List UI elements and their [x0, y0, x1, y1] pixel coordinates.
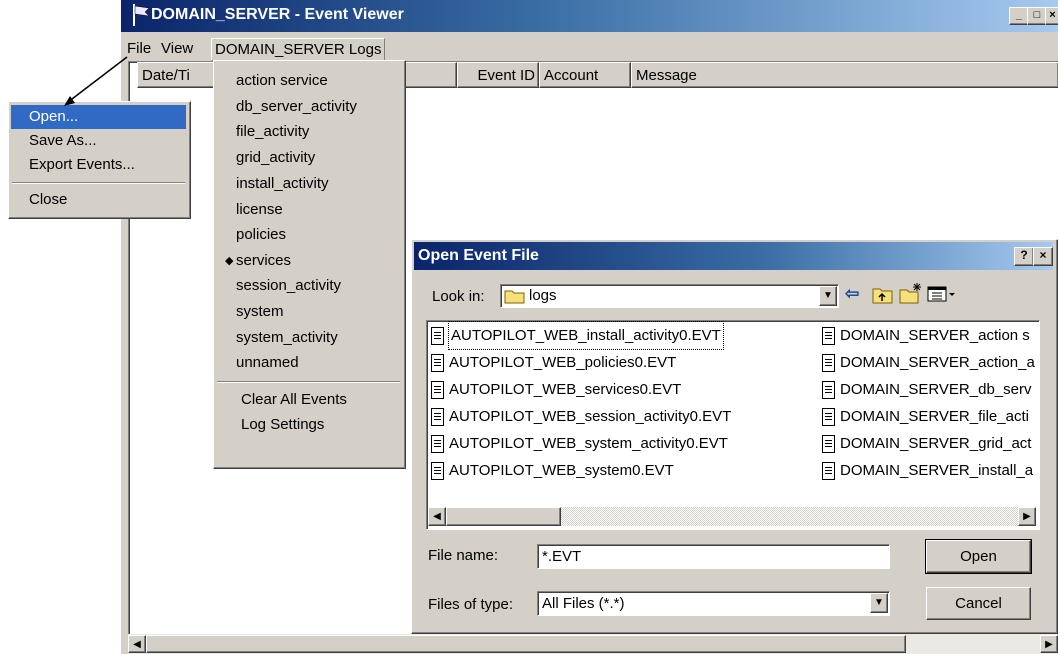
document-icon: [822, 407, 835, 426]
document-icon: [431, 353, 444, 372]
document-icon: [431, 380, 444, 399]
file-item[interactable]: AUTOPILOT_WEB_policies0.EVT: [431, 349, 756, 376]
dialog-title: Open Event File: [418, 247, 539, 264]
document-icon: [431, 461, 444, 480]
document-icon: [822, 380, 835, 399]
up-folder-icon[interactable]: [872, 286, 894, 307]
files-of-type-combo[interactable]: All Files (*.*) ▼: [537, 591, 890, 616]
dialog-close-button[interactable]: ×: [1033, 247, 1053, 266]
files-of-type-label: Files of type:: [428, 596, 514, 613]
file-list[interactable]: AUTOPILOT_WEB_install_activity0.EVT AUTO…: [426, 320, 1040, 530]
document-icon: [822, 353, 835, 372]
help-button[interactable]: ?: [1014, 247, 1034, 266]
document-icon: [822, 434, 835, 453]
document-icon: [431, 326, 444, 345]
file-item[interactable]: DOMAIN_SERVER_action s: [822, 322, 1039, 349]
file-list-left-column: AUTOPILOT_WEB_install_activity0.EVT AUTO…: [431, 321, 756, 484]
dropdown-arrow-icon[interactable]: ▼: [819, 286, 837, 306]
dialog-title-bar[interactable]: Open Event File ? ×: [414, 242, 1053, 270]
view-menu-icon[interactable]: [927, 285, 957, 306]
file-item[interactable]: AUTOPILOT_WEB_system_activity0.EVT: [431, 430, 756, 457]
file-item[interactable]: AUTOPILOT_WEB_session_activity0.EVT: [431, 403, 756, 430]
file-name-label: File name:: [428, 547, 499, 564]
file-item[interactable]: AUTOPILOT_WEB_system0.EVT: [431, 457, 756, 484]
back-icon[interactable]: ⇦: [845, 284, 859, 304]
document-icon: [431, 434, 444, 453]
file-item[interactable]: AUTOPILOT_WEB_install_activity0.EVT: [431, 321, 756, 350]
document-icon: [431, 407, 444, 426]
look-in-combo[interactable]: logs ▼: [500, 284, 839, 308]
file-name-input[interactable]: *.EVT: [537, 544, 890, 569]
new-folder-icon[interactable]: [899, 282, 923, 307]
open-button[interactable]: Open: [925, 539, 1032, 574]
scroll-left-icon[interactable]: ◀: [428, 507, 446, 526]
folder-icon: [504, 288, 526, 307]
cancel-button[interactable]: Cancel: [926, 587, 1031, 620]
files-of-type-value: All Files (*.*): [542, 595, 625, 612]
document-icon: [822, 326, 835, 345]
look-in-value: logs: [529, 287, 557, 304]
file-item[interactable]: AUTOPILOT_WEB_services0.EVT: [431, 376, 756, 403]
file-item[interactable]: DOMAIN_SERVER_db_serv: [822, 376, 1039, 403]
file-list-right-column: DOMAIN_SERVER_action s DOMAIN_SERVER_act…: [822, 322, 1039, 484]
file-item[interactable]: DOMAIN_SERVER_install_a: [822, 457, 1039, 484]
scroll-thumb[interactable]: [446, 507, 561, 526]
file-item[interactable]: DOMAIN_SERVER_file_acti: [822, 403, 1039, 430]
file-name-value: *.EVT: [542, 548, 582, 565]
file-list-hscrollbar[interactable]: ◀ ▶: [428, 507, 1036, 526]
file-item[interactable]: DOMAIN_SERVER_grid_act: [822, 430, 1039, 457]
file-item[interactable]: DOMAIN_SERVER_action_a: [822, 349, 1039, 376]
scroll-right-icon[interactable]: ▶: [1018, 507, 1036, 526]
dropdown-arrow-icon[interactable]: ▼: [870, 593, 888, 613]
document-icon: [822, 461, 835, 480]
look-in-label: Look in:: [432, 288, 485, 305]
open-event-file-dialog: Open Event File ? × Look in: logs ▼ ⇦ AU…: [411, 239, 1058, 634]
